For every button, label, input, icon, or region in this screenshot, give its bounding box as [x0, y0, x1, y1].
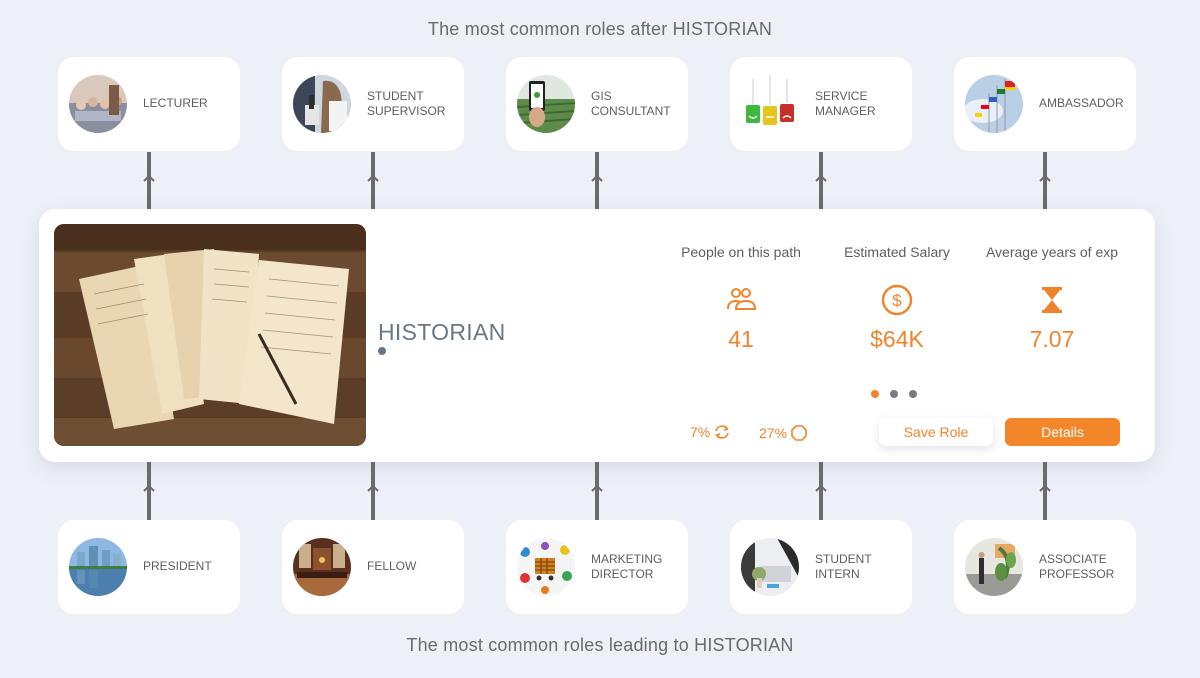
role-label: PRESIDENT [143, 559, 212, 574]
role-thumbnail [517, 75, 575, 133]
next-role-card-ambassador[interactable]: AMBASSADOR [954, 57, 1136, 151]
connector-arrow [143, 462, 155, 520]
connector-arrow [815, 152, 827, 209]
role-title: HISTORIAN [378, 319, 506, 345]
arrow-up-icon [367, 484, 379, 492]
stat-average-years-exp: Average years of exp 7.07 [977, 244, 1127, 353]
dollar-circle-icon: $ [881, 284, 913, 316]
connector-arrow [367, 462, 379, 520]
previous-role-card-student-intern[interactable]: STUDENT INTERN [730, 520, 912, 614]
arrow-up-icon [1039, 484, 1051, 492]
current-role-card: HISTORIAN People on this path 41 Estimat… [39, 209, 1155, 462]
details-button[interactable]: Details [1005, 418, 1120, 446]
role-label: ASSOCIATE PROFESSOR [1039, 551, 1115, 582]
carousel-dots [871, 390, 917, 398]
svg-text:$: $ [892, 291, 902, 310]
carousel-dot-2[interactable] [890, 390, 898, 398]
role-thumbnail [69, 538, 127, 596]
role-thumbnail [965, 538, 1023, 596]
stat-label: People on this path [681, 244, 801, 260]
mini-stat-other: 27% [759, 424, 808, 442]
hourglass-icon [1042, 287, 1062, 313]
role-label: STUDENT SUPERVISOR [367, 88, 446, 119]
connector-arrow [1039, 462, 1051, 520]
stat-value: $64K [870, 326, 924, 352]
arrow-up-icon [1039, 174, 1051, 182]
connector-arrow [1039, 152, 1051, 209]
next-role-card-gis-consultant[interactable]: GIS CONSULTANT [506, 57, 688, 151]
role-label: LECTURER [143, 96, 208, 111]
role-thumbnail [293, 75, 351, 133]
people-icon [727, 288, 757, 310]
connector-arrow [815, 462, 827, 520]
connector-arrow [367, 152, 379, 209]
save-role-button[interactable]: Save Role [879, 418, 993, 446]
previous-role-card-president[interactable]: PRESIDENT [58, 520, 240, 614]
role-label: MARKETING DIRECTOR [591, 551, 663, 582]
role-label: AMBASSADOR [1039, 96, 1124, 111]
next-role-card-lecturer[interactable]: LECTURER [58, 57, 240, 151]
arrow-up-icon [591, 174, 603, 182]
next-role-card-student-supervisor[interactable]: STUDENT SUPERVISOR [282, 57, 464, 151]
stat-value: 7.07 [1029, 326, 1075, 352]
mini-stat-change: 7% [690, 424, 731, 440]
refresh-icon [715, 425, 730, 439]
octagon-icon [791, 425, 807, 441]
arrow-up-icon [815, 484, 827, 492]
next-role-card-service-manager[interactable]: SERVICE MANAGER [730, 57, 912, 151]
stat-people-on-path: People on this path 41 [666, 244, 816, 353]
arrow-up-icon [591, 484, 603, 492]
mini-stat-value: 7% [690, 424, 711, 440]
role-label: STUDENT INTERN [815, 551, 872, 582]
role-thumbnail [69, 75, 127, 133]
previous-role-card-marketing-director[interactable]: MARKETING DIRECTOR [506, 520, 688, 614]
connector-arrow [143, 152, 155, 209]
role-label: SERVICE MANAGER [815, 88, 876, 119]
connector-arrow [591, 152, 603, 209]
previous-role-card-fellow[interactable]: FELLOW [282, 520, 464, 614]
carousel-dot-1[interactable] [871, 390, 879, 398]
role-thumbnail [741, 538, 799, 596]
role-label: FELLOW [367, 559, 417, 574]
role-thumbnail [293, 538, 351, 596]
previous-role-card-associate-professor[interactable]: ASSOCIATE PROFESSOR [954, 520, 1136, 614]
role-thumbnail [741, 75, 799, 133]
arrow-up-icon [815, 174, 827, 182]
stat-label: Estimated Salary [844, 244, 950, 260]
mini-stat-value: 27% [759, 425, 788, 441]
stat-value: 41 [728, 326, 754, 352]
role-thumbnail [517, 538, 575, 596]
arrow-up-icon [143, 484, 155, 492]
stat-estimated-salary: Estimated Salary $ $64K [822, 244, 972, 353]
carousel-dot-3[interactable] [909, 390, 917, 398]
title-indicator-dot [378, 347, 386, 355]
role-hero-image [54, 224, 366, 446]
connector-arrow [591, 462, 603, 520]
arrow-up-icon [367, 174, 379, 182]
previous-roles-heading: The most common roles leading to HISTORI… [406, 635, 794, 655]
stat-label: Average years of exp [985, 244, 1119, 260]
next-roles-heading: The most common roles after HISTORIAN [427, 19, 773, 39]
role-thumbnail [965, 75, 1023, 133]
arrow-up-icon [143, 174, 155, 182]
role-label: GIS CONSULTANT [591, 88, 671, 119]
